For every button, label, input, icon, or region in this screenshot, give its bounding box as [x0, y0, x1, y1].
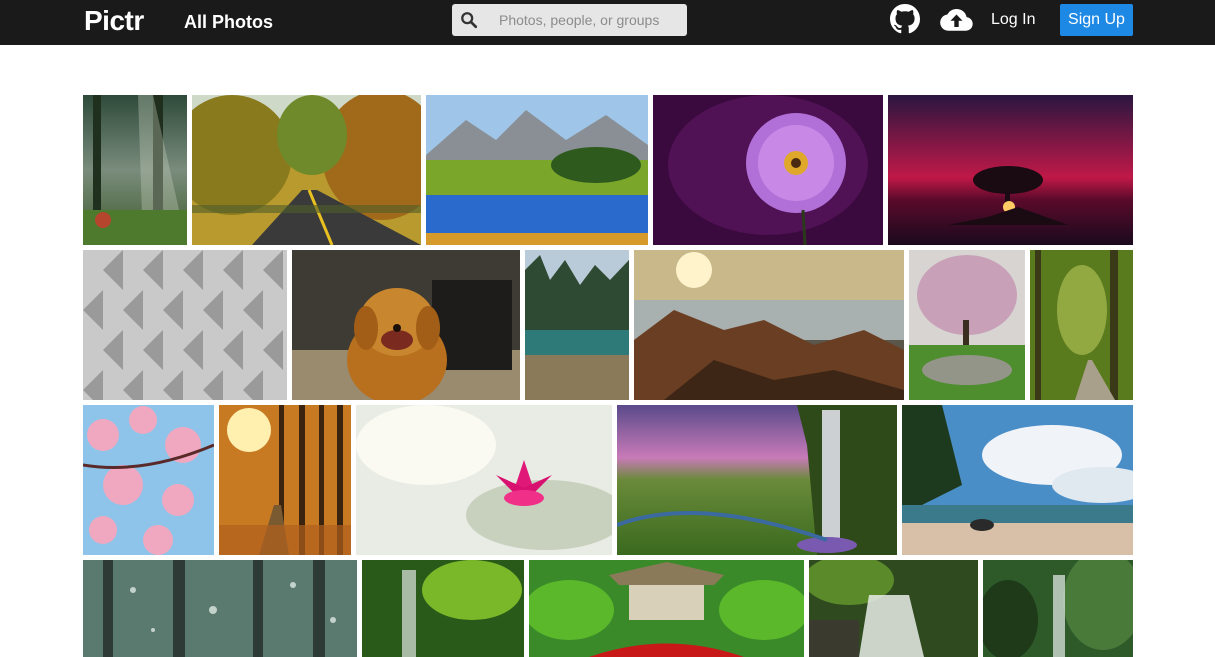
photo-purple-daisy[interactable] [653, 95, 883, 245]
photo-blossom-tree[interactable] [909, 250, 1025, 400]
photo-autumn-road[interactable] [192, 95, 421, 245]
photo-golden-retriever[interactable] [292, 250, 520, 400]
photo-rocky-coast[interactable] [634, 250, 904, 400]
search-box [452, 4, 687, 36]
photo-pink-water-lily[interactable] [356, 405, 612, 555]
photo-geometric-facade[interactable] [83, 250, 287, 400]
search-icon[interactable] [460, 11, 478, 29]
photo-forest-lake[interactable] [525, 250, 629, 400]
photo-rain-window[interactable] [83, 560, 357, 657]
nav-all-photos[interactable]: All Photos [184, 11, 273, 33]
photo-forest-sunbeams[interactable] [83, 95, 187, 245]
photo-tree-sunset[interactable] [888, 95, 1133, 245]
photo-forest-path[interactable] [1030, 250, 1133, 400]
photo-autumn-forest-sun[interactable] [219, 405, 351, 555]
photo-tropical-beach[interactable] [902, 405, 1133, 555]
top-navbar: Pictr All Photos Log In Sign Up [0, 0, 1215, 45]
photo-mountain-lake[interactable] [426, 95, 648, 245]
cloud-upload-icon[interactable] [940, 8, 973, 32]
login-link[interactable]: Log In [991, 11, 1035, 29]
logo[interactable]: Pictr [84, 3, 144, 39]
photo-japanese-garden[interactable] [529, 560, 804, 657]
search-input[interactable] [488, 4, 678, 36]
photo-cascade-waterfall[interactable] [809, 560, 978, 657]
photo-rainforest-waterfall[interactable] [983, 560, 1133, 657]
github-icon[interactable] [890, 4, 920, 34]
photo-jungle-waterfall[interactable] [362, 560, 524, 657]
photo-waterfall-valley[interactable] [617, 405, 897, 555]
signup-button[interactable]: Sign Up [1060, 4, 1133, 36]
photo-cherry-blossoms[interactable] [83, 405, 214, 555]
